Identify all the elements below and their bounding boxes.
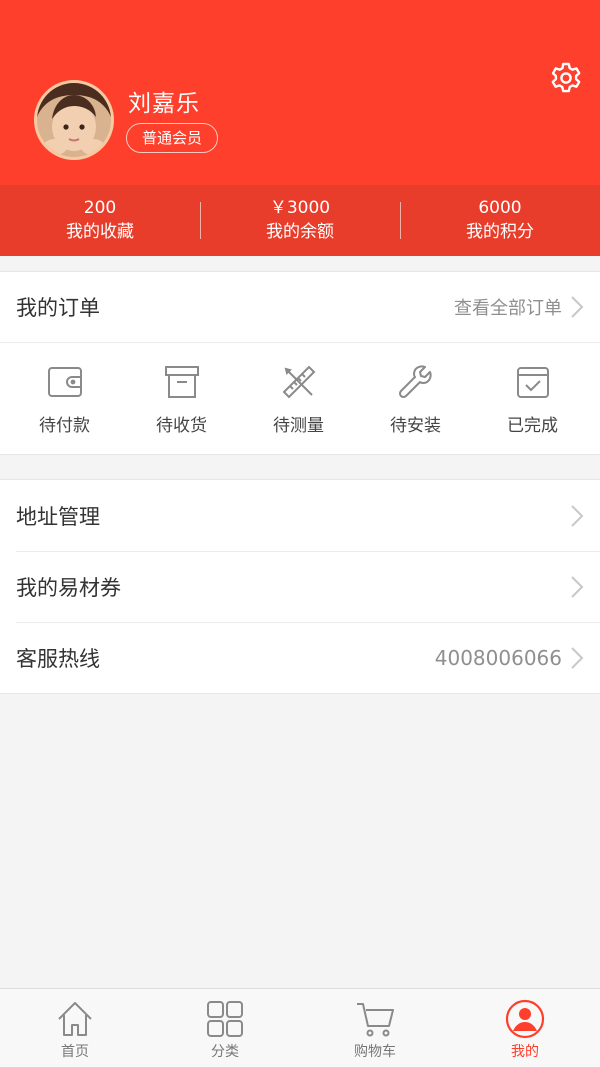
wallet-icon — [47, 366, 82, 397]
avatar-image — [37, 83, 111, 157]
order-status-completed[interactable]: 已完成 — [474, 363, 591, 436]
user-icon — [505, 999, 545, 1039]
avatar[interactable] — [34, 80, 114, 160]
chevron-right-icon — [571, 504, 584, 527]
gear-icon — [551, 62, 581, 93]
chevron-right-icon — [571, 575, 584, 598]
menu-item-coupons[interactable]: 我的易材券 — [0, 551, 600, 622]
tab-cart[interactable]: 购物车 — [300, 989, 450, 1067]
chevron-right-icon — [571, 646, 584, 669]
tab-label: 分类 — [211, 1044, 239, 1060]
tab-home[interactable]: 首页 — [0, 989, 150, 1067]
tab-mine[interactable]: 我的 — [450, 989, 600, 1067]
menu-item-label: 地址管理 — [16, 504, 100, 529]
menu-list: 地址管理 我的易材券 客服热线 4008006066 — [0, 479, 600, 694]
orders-title: 我的订单 — [16, 296, 100, 320]
member-level-badge: 普通会员 — [126, 123, 219, 153]
order-status-label: 待收货 — [156, 415, 207, 436]
stat-value: 6000 — [478, 197, 522, 218]
stat-value: 200 — [83, 197, 117, 218]
order-status-pending-measure[interactable]: 待测量 — [240, 363, 357, 436]
box-icon — [164, 365, 199, 398]
order-status-row: 待付款 待收货 待测量 待安装 已完成 — [0, 343, 600, 455]
order-status-label: 待测量 — [273, 415, 324, 436]
hotline-number: 4008006066 — [434, 645, 562, 670]
order-status-pending-install[interactable]: 待安装 — [357, 363, 474, 436]
cart-icon — [357, 1003, 394, 1037]
profile-header: 刘嘉乐 普通会员 200 我的收藏 ￥3000 我的余额 6000 我的积分 — [0, 0, 600, 256]
tab-label: 首页 — [61, 1044, 89, 1060]
order-status-label: 待安装 — [390, 415, 441, 436]
stat-label: 我的收藏 — [66, 221, 134, 242]
tab-category[interactable]: 分类 — [150, 989, 300, 1067]
order-status-label: 待付款 — [39, 415, 90, 436]
stat-balance[interactable]: ￥3000 我的余额 — [200, 185, 400, 256]
wrench-icon — [398, 364, 432, 398]
menu-item-hotline[interactable]: 客服热线 4008006066 — [0, 622, 600, 693]
stat-label: 我的积分 — [466, 221, 534, 242]
calendar-check-icon — [516, 366, 549, 398]
ruler-icon — [282, 365, 315, 398]
stats-bar: 200 我的收藏 ￥3000 我的余额 6000 我的积分 — [0, 185, 600, 256]
menu-item-address[interactable]: 地址管理 — [0, 480, 600, 551]
settings-button[interactable] — [548, 60, 584, 96]
menu-item-label: 我的易材券 — [16, 575, 121, 600]
bottom-tab-bar: 首页 分类 购物车 我的 — [0, 988, 600, 1067]
grid-icon — [207, 1001, 243, 1037]
menu-item-label: 客服热线 — [16, 646, 100, 671]
view-all-orders-link[interactable]: 查看全部订单 — [454, 294, 562, 320]
order-status-pending-receipt[interactable]: 待收货 — [123, 363, 240, 436]
stat-label: 我的余额 — [266, 221, 334, 242]
home-icon — [58, 1002, 92, 1036]
order-status-label: 已完成 — [507, 415, 558, 436]
orders-card: 我的订单 查看全部订单 待付款 待收货 待测量 待安装 已完成 — [0, 271, 600, 455]
orders-header[interactable]: 我的订单 查看全部订单 — [0, 272, 600, 343]
order-status-pending-payment[interactable]: 待付款 — [6, 363, 123, 436]
user-name: 刘嘉乐 — [128, 91, 200, 117]
chevron-right-icon — [571, 296, 584, 318]
tab-label: 我的 — [511, 1044, 539, 1060]
stat-favorites[interactable]: 200 我的收藏 — [0, 185, 200, 256]
stat-points[interactable]: 6000 我的积分 — [400, 185, 600, 256]
tab-label: 购物车 — [354, 1044, 396, 1060]
stat-value: ￥3000 — [269, 197, 331, 218]
